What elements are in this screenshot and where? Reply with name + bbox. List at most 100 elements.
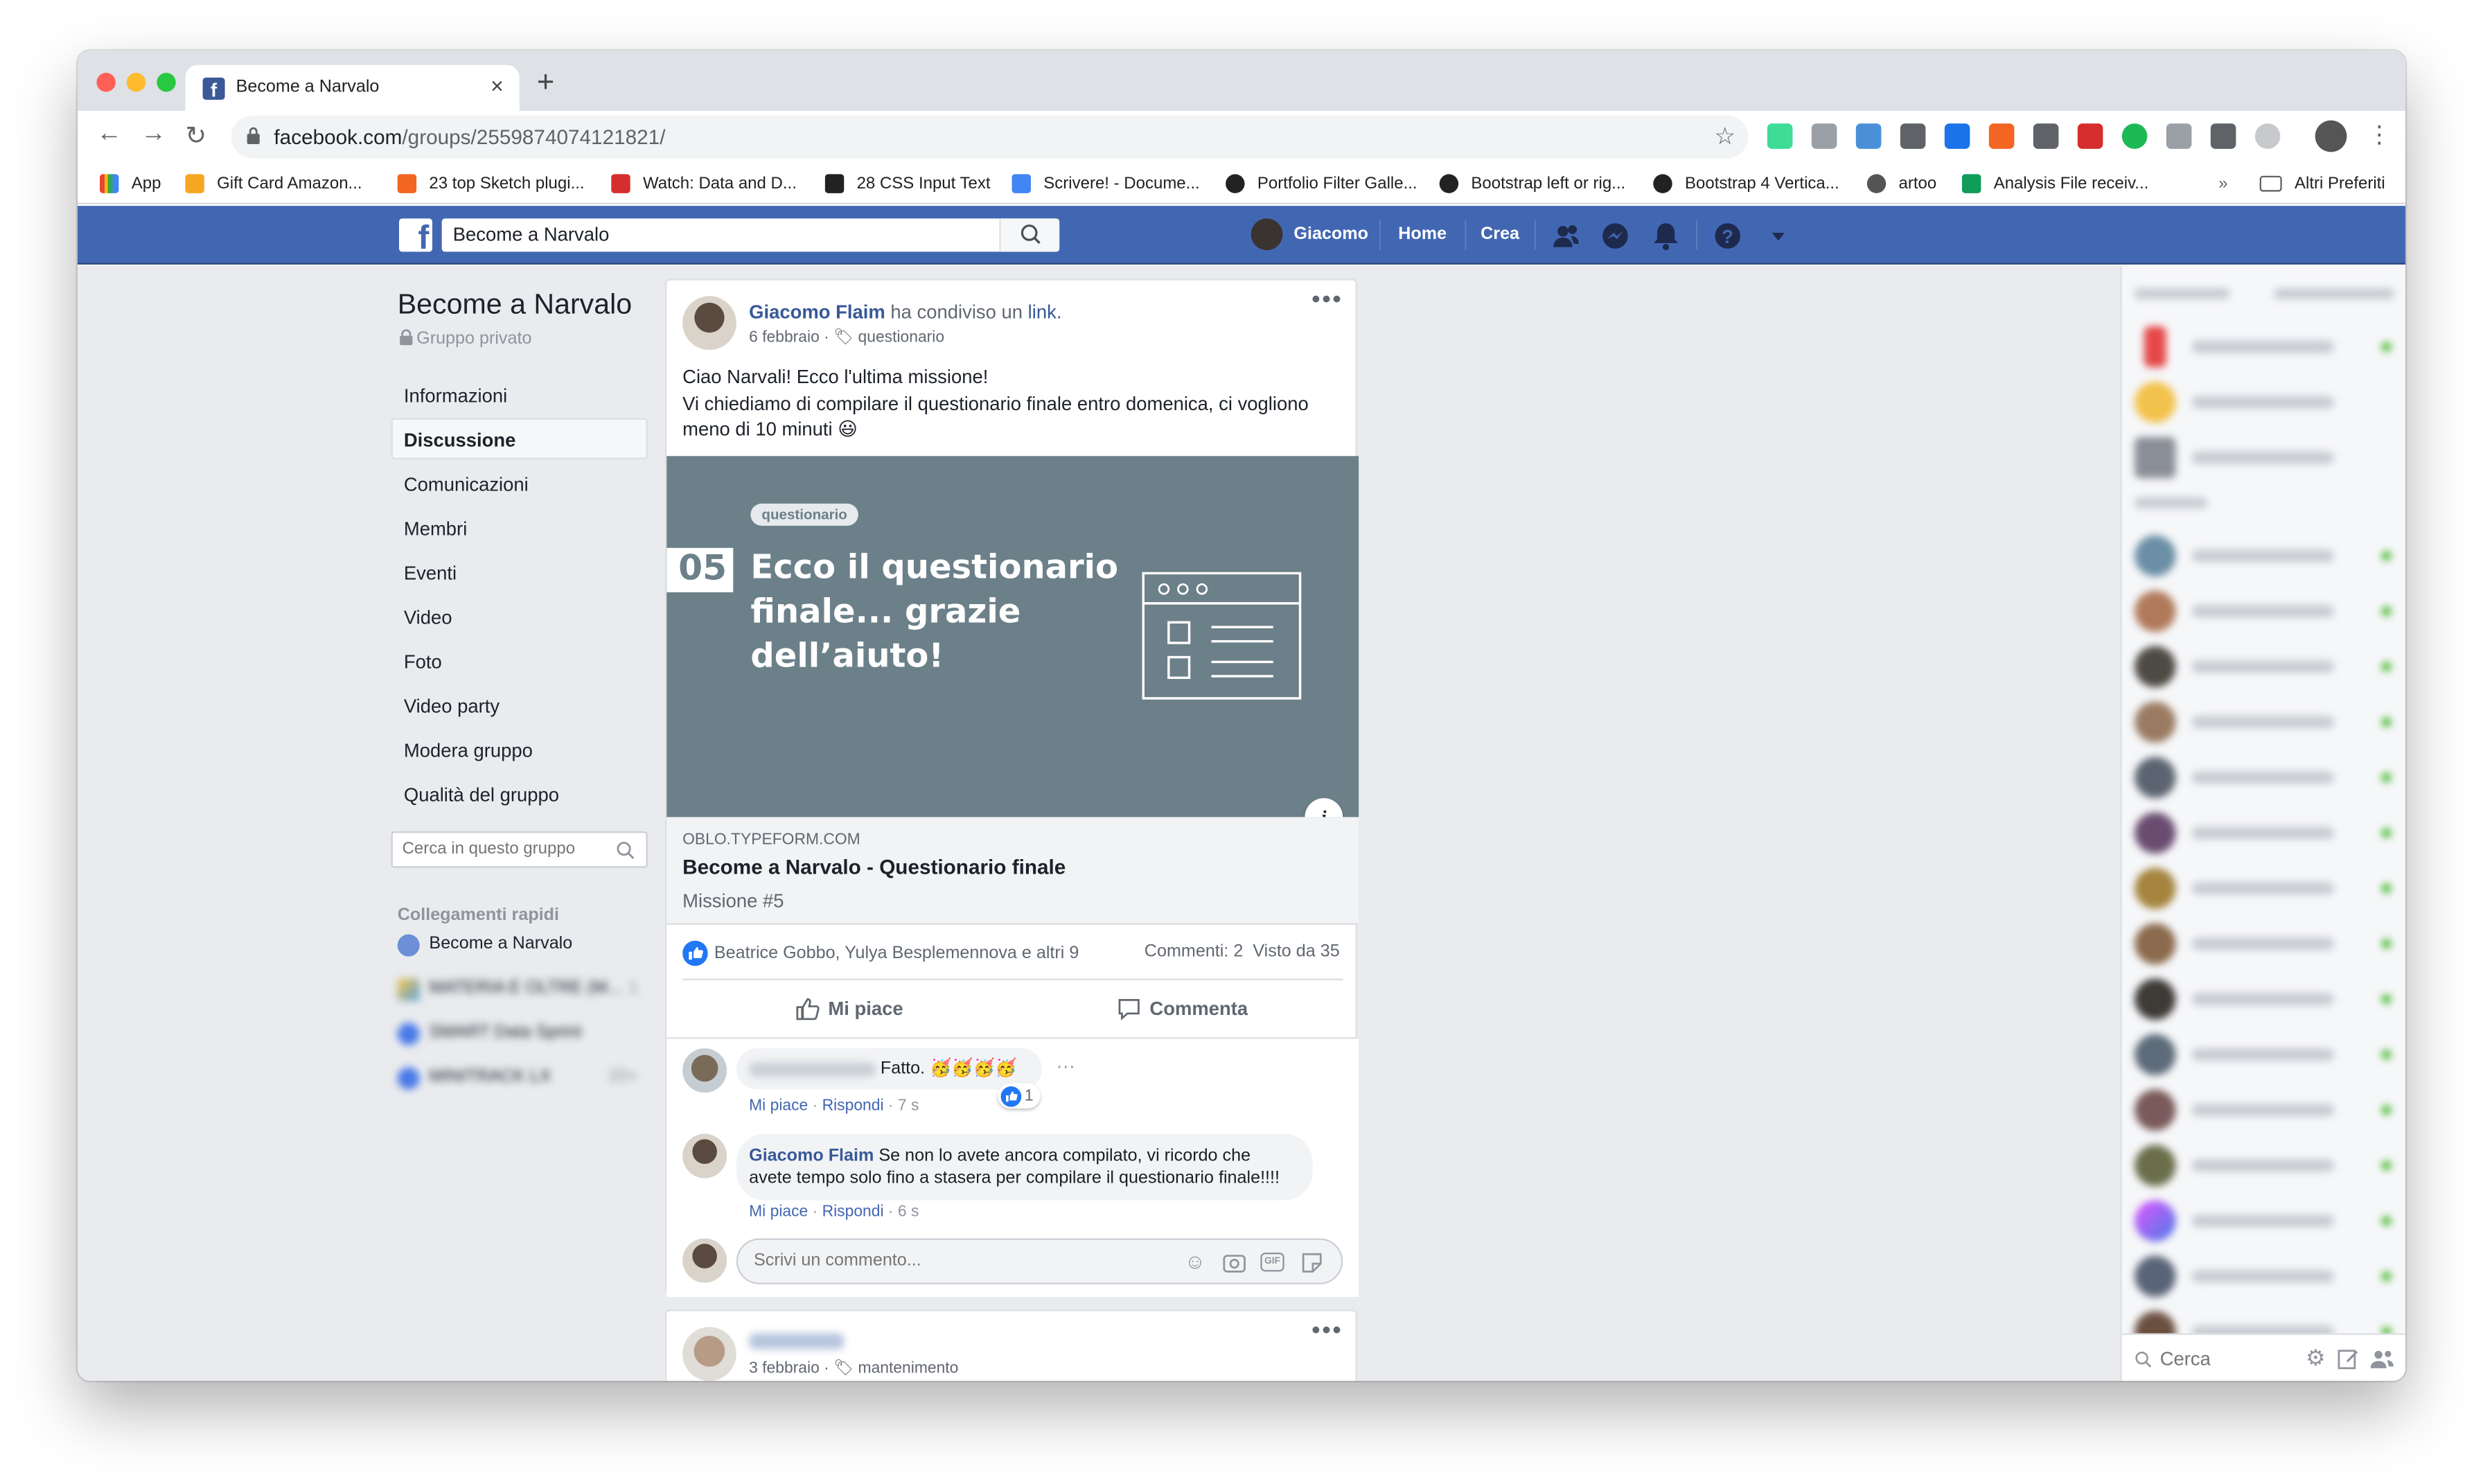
chat-contact[interactable] — [2135, 436, 2394, 479]
comments-count[interactable]: Commenti: 2 — [1145, 942, 1244, 961]
author-avatar[interactable] — [682, 1327, 736, 1381]
seen-count[interactable]: Visto da 35 — [1253, 942, 1339, 961]
compose-icon[interactable] — [2338, 1348, 2360, 1370]
post-author-link[interactable]: Giacomo Flaim — [749, 301, 885, 323]
bookmark-item[interactable]: Bootstrap 4 Vertica... — [1653, 171, 1839, 197]
extension-icon[interactable] — [1855, 123, 1882, 149]
forward-icon[interactable]: → — [141, 121, 166, 149]
extension-icon[interactable] — [1767, 123, 1793, 149]
reactions-summary[interactable]: Beatrice Gobbo, Yulya Besplemennova e al… — [682, 940, 1079, 966]
friend-requests-icon[interactable] — [1550, 220, 1582, 252]
chat-contact[interactable] — [2135, 646, 2394, 687]
pdf-extension-icon[interactable] — [2077, 123, 2103, 149]
camera-icon[interactable] — [1223, 1251, 1246, 1273]
nav-foto[interactable]: Foto — [404, 651, 442, 673]
commenter-avatar[interactable] — [682, 1048, 727, 1093]
extension-icon[interactable] — [2121, 123, 2148, 149]
quick-link-item[interactable]: SMART Data Sprint — [397, 1021, 651, 1047]
comment-author-link[interactable]: Giacomo Flaim — [749, 1147, 874, 1165]
bookmark-item[interactable]: Watch: Data and D... — [611, 171, 797, 197]
link-preview-image[interactable]: questionario 05 Ecco il questionario fin… — [666, 456, 1359, 818]
quick-link-item[interactable]: MATERIA E OLTRE (M... 1 — [397, 977, 651, 1002]
zoom-window-button[interactable] — [157, 73, 176, 92]
group-name[interactable]: Become a Narvalo — [398, 288, 632, 321]
sticker-icon[interactable] — [1300, 1251, 1324, 1275]
post-date[interactable]: 6 febbraio — [749, 329, 820, 346]
search-icon[interactable] — [616, 841, 635, 860]
nav-comunicazioni[interactable]: Comunicazioni — [404, 473, 529, 495]
bookmark-apps[interactable]: App — [99, 171, 161, 197]
comment-button[interactable]: Commenta — [1116, 996, 1248, 1022]
bookmark-item[interactable]: Bootstrap left or rig... — [1439, 171, 1625, 197]
quick-link-item[interactable]: MINITRACK LX 20+ — [397, 1066, 651, 1091]
facebook-logo-icon[interactable]: f — [398, 218, 432, 252]
url-text[interactable]: facebook.com/groups/2559874074121821/ — [274, 125, 665, 149]
extension-icon[interactable] — [1900, 123, 1926, 149]
chat-contact[interactable] — [2135, 978, 2394, 1020]
camera-extension-icon[interactable] — [2166, 123, 2192, 149]
bookmark-star-icon[interactable]: ☆ — [1714, 122, 1735, 150]
bookmark-item[interactable]: Scrivere! - Docume... — [1011, 171, 1200, 197]
eyedropper-extension-icon[interactable] — [2210, 123, 2236, 149]
facebook-search-input[interactable]: Become a Narvalo — [441, 218, 1060, 252]
chat-contact[interactable] — [2135, 812, 2394, 854]
comment-composer[interactable]: ☺ GIF — [736, 1238, 1343, 1284]
post-options-icon[interactable]: ••• — [1311, 287, 1343, 315]
nav-qualita-gruppo[interactable]: Qualità del gruppo — [404, 784, 559, 806]
close-window-button[interactable] — [96, 73, 116, 92]
comment-options-icon[interactable]: ··· — [1057, 1054, 1075, 1077]
address-bar[interactable]: facebook.com/groups/2559874074121821/ ☆ — [231, 115, 1749, 159]
bookmarks-overflow-button[interactable]: » — [2218, 171, 2227, 197]
chat-contact[interactable] — [2135, 1200, 2394, 1242]
comment-reply-link[interactable]: Rispondi — [822, 1203, 884, 1221]
bookmark-item[interactable]: 28 CSS Input Text — [824, 171, 991, 197]
chat-search-input[interactable] — [2159, 1348, 2287, 1370]
chat-contact[interactable] — [2135, 923, 2394, 964]
comment-time[interactable]: 7 s — [898, 1097, 919, 1115]
user-profile-link[interactable] — [1251, 218, 1283, 251]
bookmark-item[interactable]: Gift Card Amazon... — [185, 171, 362, 197]
chat-contact[interactable] — [2135, 381, 2394, 423]
help-icon[interactable]: ? — [1712, 220, 1744, 252]
chat-contact[interactable] — [2135, 1145, 2394, 1186]
chat-contact[interactable] — [2135, 326, 2394, 368]
commenter-avatar[interactable] — [682, 1133, 727, 1178]
notifications-bell-icon[interactable] — [1650, 220, 1682, 252]
download-extension-icon[interactable] — [1944, 123, 1970, 149]
nav-video[interactable]: Video — [404, 606, 452, 628]
chat-contact[interactable] — [2135, 1034, 2394, 1075]
minimize-window-button[interactable] — [126, 73, 146, 92]
chat-contact[interactable] — [2135, 701, 2394, 743]
extension-icon[interactable] — [1988, 123, 2015, 149]
post-author-redacted[interactable] — [749, 1333, 845, 1350]
info-icon[interactable]: i — [1305, 797, 1343, 818]
chat-contact[interactable] — [2135, 535, 2394, 576]
nav-eventi[interactable]: Eventi — [404, 562, 457, 584]
shared-link[interactable]: link. — [1028, 301, 1062, 323]
messenger-icon[interactable] — [1600, 220, 1632, 252]
post-topic[interactable]: mantenimento — [858, 1360, 959, 1377]
bookmark-item[interactable]: artoo — [1866, 171, 1936, 197]
comment-time[interactable]: 6 s — [898, 1203, 919, 1221]
profile-avatar[interactable] — [2315, 120, 2347, 152]
bookmark-item[interactable]: Portfolio Filter Galle... — [1226, 171, 1417, 197]
user-name-link[interactable]: Giacomo — [1293, 225, 1368, 244]
chat-contact[interactable] — [2135, 757, 2394, 798]
comment-reaction-count[interactable]: 1 — [997, 1083, 1040, 1108]
other-bookmarks-folder[interactable]: Altri Preferiti — [2259, 171, 2385, 197]
cloud-extension-icon[interactable] — [2254, 123, 2281, 149]
home-link[interactable]: Home — [1398, 225, 1447, 244]
group-chat-icon[interactable] — [2370, 1348, 2394, 1370]
comment-input[interactable] — [753, 1251, 1166, 1271]
bookmark-item[interactable]: Analysis File receiv... — [1961, 171, 2148, 197]
chat-contact[interactable] — [2135, 1255, 2394, 1297]
close-tab-icon[interactable]: × — [491, 73, 504, 98]
comment-like-link[interactable]: Mi piace — [749, 1097, 808, 1115]
reload-icon[interactable]: ↻ — [185, 121, 206, 152]
link-preview-caption[interactable]: OBLO.TYPEFORM.COM Become a Narvalo - Que… — [666, 817, 1359, 925]
gif-icon[interactable]: GIF — [1260, 1252, 1284, 1272]
like-button[interactable]: Mi piace — [795, 996, 903, 1022]
chat-contact[interactable] — [2135, 867, 2394, 909]
create-link[interactable]: Crea — [1481, 225, 1519, 244]
post-date[interactable]: 3 febbraio — [749, 1360, 820, 1377]
